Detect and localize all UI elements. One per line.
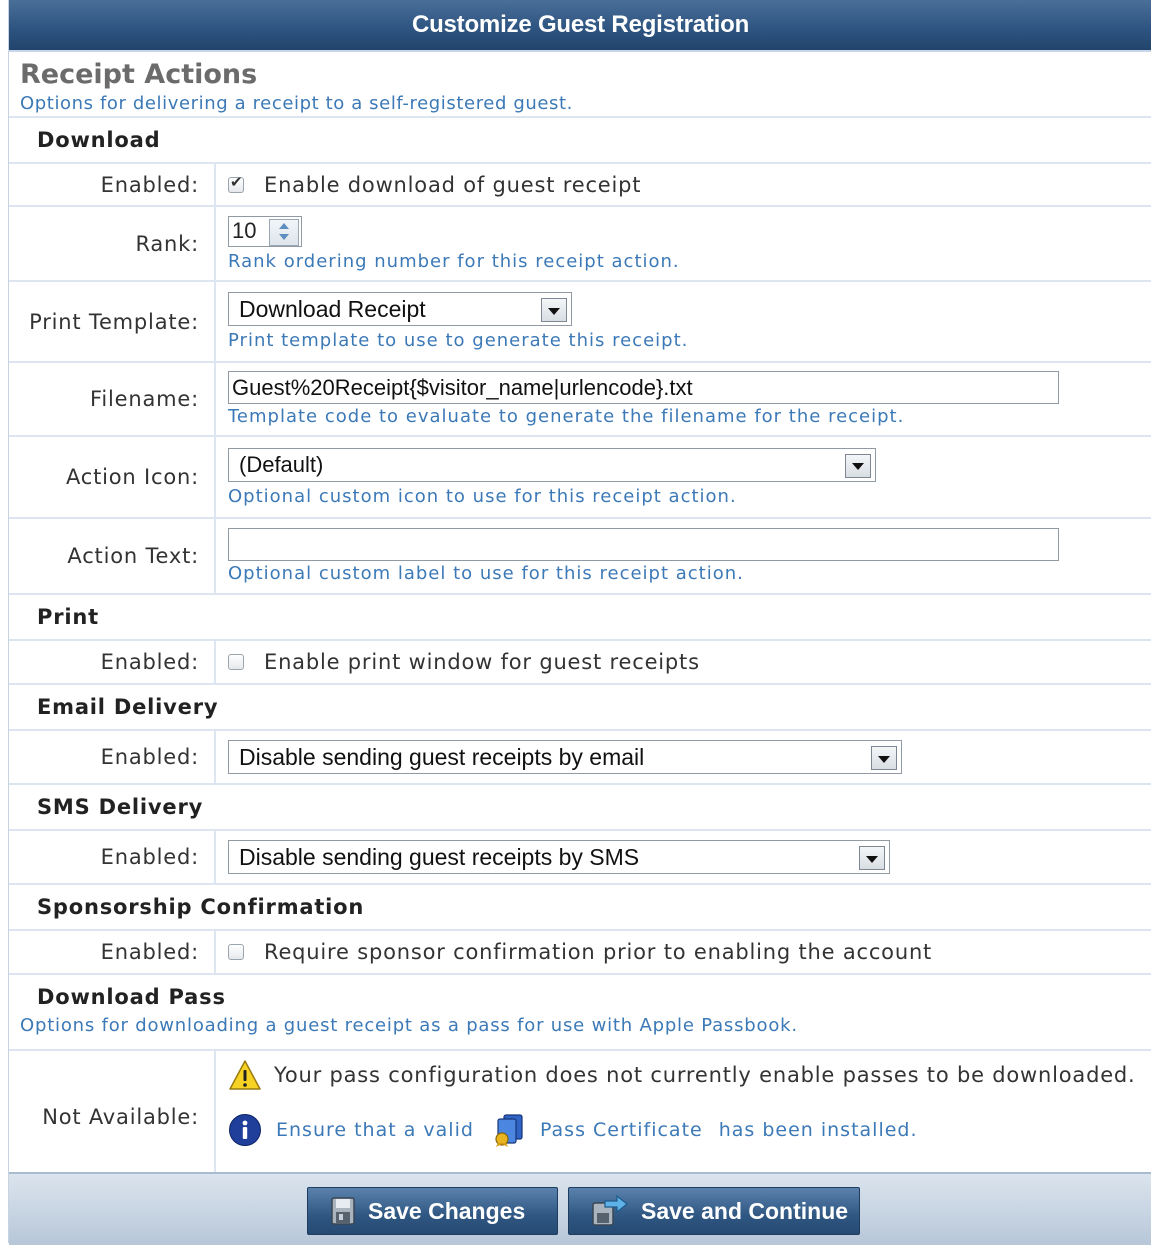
group-download: Download: [9, 118, 1151, 164]
action-text-input[interactable]: [228, 528, 1059, 561]
email-delivery-select[interactable]: Disable sending guest receipts by email: [228, 740, 902, 774]
sponsorship-enabled-checkbox[interactable]: [228, 944, 244, 960]
print-enabled-label: Enabled:: [9, 641, 216, 683]
group-email: Email Delivery: [9, 685, 1151, 731]
action-text-row: Action Text: Optional custom label to us…: [9, 519, 1151, 595]
download-enabled-row: Enabled: Enable download of guest receip…: [9, 164, 1151, 207]
warning-icon: [228, 1059, 262, 1091]
sms-delivery-value: Disable sending guest receipts by SMS: [239, 843, 640, 870]
filename-label: Filename:: [9, 363, 216, 435]
certificate-icon: [492, 1113, 528, 1147]
pass-info: Ensure that a valid Pass Certificate has…: [228, 1113, 1151, 1147]
sms-enabled-row: Enabled: Disable sending guest receipts …: [9, 831, 1151, 885]
info-icon: [228, 1113, 262, 1147]
chevron-down-icon[interactable]: [871, 746, 897, 770]
action-icon-row: Action Icon: (Default) Optional custom i…: [9, 437, 1151, 519]
action-icon-select[interactable]: (Default): [228, 447, 876, 482]
pass-info-suffix: has been installed.: [718, 1119, 918, 1141]
action-icon-label: Action Icon:: [9, 437, 216, 517]
rank-value: 10: [232, 218, 257, 243]
print-template-label: Print Template:: [9, 282, 216, 361]
action-icon-hint: Optional custom icon to use for this rec…: [228, 485, 737, 507]
email-enabled-label: Enabled:: [9, 731, 216, 783]
sms-enabled-label: Enabled:: [9, 831, 216, 883]
print-enabled-text: Enable print window for guest receipts: [264, 650, 700, 674]
pass-warning-text: Your pass configuration does not current…: [274, 1063, 1136, 1087]
download-pass-description: Options for downloading a guest receipt …: [20, 1015, 798, 1036]
section-header: Receipt Actions Options for delivering a…: [9, 52, 1151, 118]
chevron-down-icon[interactable]: [845, 453, 871, 478]
print-template-value: Download Receipt: [239, 295, 426, 322]
pass-info-prefix: Ensure that a valid: [276, 1119, 474, 1141]
rank-hint: Rank ordering number for this receipt ac…: [228, 250, 680, 272]
rank-label: Rank:: [9, 207, 216, 280]
group-download-pass: Download Pass Options for downloading a …: [9, 975, 1151, 1051]
window-title: Customize Guest Registration: [9, 0, 1151, 52]
group-sponsorship: Sponsorship Confirmation: [9, 885, 1151, 931]
download-pass-heading: Download Pass: [37, 985, 226, 1009]
save-continue-icon: [591, 1195, 629, 1227]
sponsorship-enabled-text: Require sponsor confirmation prior to en…: [264, 940, 933, 964]
save-changes-button[interactable]: Save Changes: [307, 1187, 558, 1235]
filename-input[interactable]: Guest%20Receipt{$visitor_name|urlencode}…: [228, 371, 1059, 404]
save-and-continue-label: Save and Continue: [641, 1197, 849, 1224]
save-icon: [330, 1196, 356, 1226]
group-sms: SMS Delivery: [9, 785, 1151, 831]
pass-row: Not Available: Your pass configuration d…: [9, 1051, 1151, 1183]
sponsorship-enabled-label: Enabled:: [9, 931, 216, 973]
action-text-hint: Optional custom label to use for this re…: [228, 563, 744, 584]
filename-row: Filename: Guest%20Receipt{$visitor_name|…: [9, 363, 1151, 437]
chevron-down-icon[interactable]: [859, 846, 885, 870]
form-window: Customize Guest Registration Receipt Act…: [8, 0, 1151, 1245]
print-template-select[interactable]: Download Receipt: [228, 292, 572, 326]
group-print: Print: [9, 595, 1151, 641]
rank-row: Rank: 10 Rank ordering number for this r…: [9, 207, 1151, 282]
chevron-down-icon[interactable]: [541, 298, 567, 322]
action-text-label: Action Text:: [9, 519, 216, 593]
print-enabled-checkbox[interactable]: [228, 654, 244, 670]
print-enabled-row: Enabled: Enable print window for guest r…: [9, 641, 1151, 685]
download-enabled-text: Enable download of guest receipt: [264, 172, 642, 197]
pass-label: Not Available:: [9, 1051, 216, 1183]
section-description: Options for delivering a receipt to a se…: [20, 93, 573, 114]
print-template-hint: Print template to use to generate this r…: [228, 330, 689, 351]
download-enabled-label: Enabled:: [9, 164, 216, 205]
print-template-row: Print Template: Download Receipt Print t…: [9, 282, 1151, 363]
save-and-continue-button[interactable]: Save and Continue: [568, 1187, 860, 1235]
action-icon-value: (Default): [239, 451, 324, 477]
pass-warning: Your pass configuration does not current…: [228, 1059, 1151, 1091]
filename-hint: Template code to evaluate to generate th…: [228, 406, 905, 427]
sms-delivery-select[interactable]: Disable sending guest receipts by SMS: [228, 840, 890, 874]
download-enabled-checkbox[interactable]: [228, 173, 244, 193]
save-changes-label: Save Changes: [368, 1197, 526, 1224]
section-title: Receipt Actions: [20, 59, 258, 90]
email-enabled-row: Enabled: Disable sending guest receipts …: [9, 731, 1151, 785]
pass-certificate-link[interactable]: Pass Certificate: [540, 1119, 703, 1141]
form-footer: Save Changes Save and Continue: [9, 1172, 1151, 1245]
sponsorship-enabled-row: Enabled: Require sponsor confirmation pr…: [9, 931, 1151, 975]
email-delivery-value: Disable sending guest receipts by email: [239, 743, 645, 770]
rank-spin-buttons[interactable]: [269, 218, 299, 246]
rank-stepper[interactable]: 10: [228, 215, 302, 247]
